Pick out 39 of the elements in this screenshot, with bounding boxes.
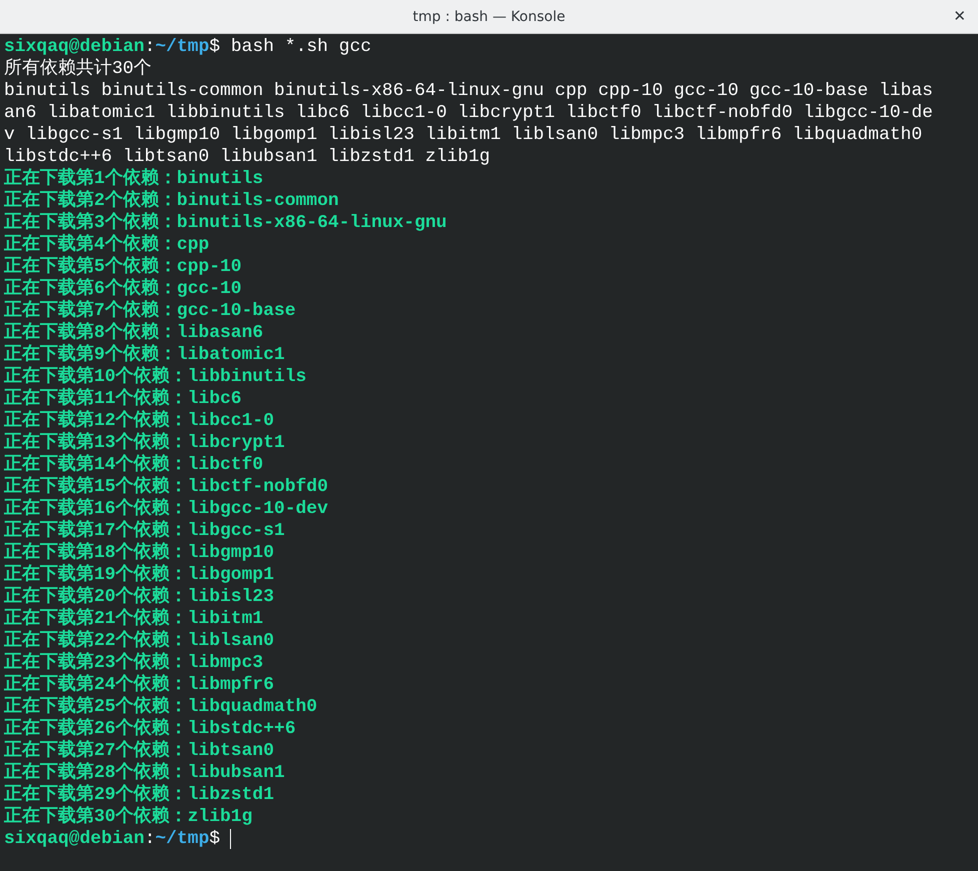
download-status-line: 正在下载第25个依赖：libquadmath0 (4, 696, 318, 718)
prompt-line: sixqaq@debian:~/tmp$ (4, 828, 220, 850)
download-status-line: 正在下载第28个依赖：libubsan1 (4, 762, 285, 784)
download-status-line: 正在下载第21个依赖：libitm1 (4, 608, 264, 630)
output-line: 所有依赖共计30个 (4, 58, 152, 80)
output-line: an6 libatomic1 libbinutils libc6 libcc1-0 libcrypt1 libctf0 libctf-nobfd0 libgcc-10-de (4, 102, 933, 124)
download-status-line: 正在下载第11个依赖：libc6 (4, 388, 242, 410)
download-status-line: 正在下载第27个依赖：libtsan0 (4, 740, 274, 762)
output-line: libstdc++6 libtsan0 libubsan1 libzstd1 zlib1g (4, 146, 490, 168)
download-status-line: 正在下载第2个依赖：binutils-common (4, 190, 339, 212)
download-status-line: 正在下载第30个依赖：zlib1g (4, 806, 252, 828)
prompt-line: sixqaq@debian:~/tmp$ bash *.sh gcc (4, 36, 372, 58)
download-status-line: 正在下载第19个依赖：libgomp1 (4, 564, 274, 586)
download-status-line: 正在下载第13个依赖：libcrypt1 (4, 432, 285, 454)
download-status-line: 正在下载第24个依赖：libmpfr6 (4, 674, 274, 696)
download-status-line: 正在下载第16个依赖：libgcc-10-dev (4, 498, 328, 520)
download-status-line: 正在下载第15个依赖：libctf-nobfd0 (4, 476, 328, 498)
download-status-line: 正在下载第22个依赖：liblsan0 (4, 630, 274, 652)
download-status-line: 正在下载第17个依赖：libgcc-s1 (4, 520, 285, 542)
download-status-line: 正在下载第23个依赖：libmpc3 (4, 652, 264, 674)
download-status-line: 正在下载第10个依赖：libbinutils (4, 366, 306, 388)
download-status-line: 正在下载第7个依赖：gcc-10-base (4, 300, 296, 322)
download-status-line: 正在下载第9个依赖：libatomic1 (4, 344, 285, 366)
download-status-line: 正在下载第14个依赖：libctf0 (4, 454, 264, 476)
download-status-line: 正在下载第20个依赖：libisl23 (4, 586, 274, 608)
download-status-line: 正在下载第6个依赖：gcc-10 (4, 278, 242, 300)
window-title: tmp : bash — Konsole (412, 8, 566, 24)
download-status-line: 正在下载第26个依赖：libstdc++6 (4, 718, 296, 740)
download-status-line: 正在下载第12个依赖：libcc1-0 (4, 410, 274, 432)
close-button[interactable]: ✕ (953, 7, 966, 25)
download-status-line: 正在下载第4个依赖：cpp (4, 234, 210, 256)
download-status-line: 正在下载第1个依赖：binutils (4, 168, 264, 190)
download-status-line: 正在下载第3个依赖：binutils-x86-64-linux-gnu (4, 212, 447, 234)
download-status-line: 正在下载第8个依赖：libasan6 (4, 322, 264, 344)
output-line: binutils binutils-common binutils-x86-64-linux-gnu cpp cpp-10 gcc-10 gcc-10-base libas (4, 80, 933, 102)
output-line: v libgcc-s1 libgmp10 libgomp1 libisl23 libitm1 liblsan0 libmpc3 libmpfr6 libquadmath0 (4, 124, 922, 146)
download-status-line: 正在下载第18个依赖：libgmp10 (4, 542, 274, 564)
download-status-line: 正在下载第5个依赖：cpp-10 (4, 256, 242, 278)
download-status-line: 正在下载第29个依赖：libzstd1 (4, 784, 274, 806)
